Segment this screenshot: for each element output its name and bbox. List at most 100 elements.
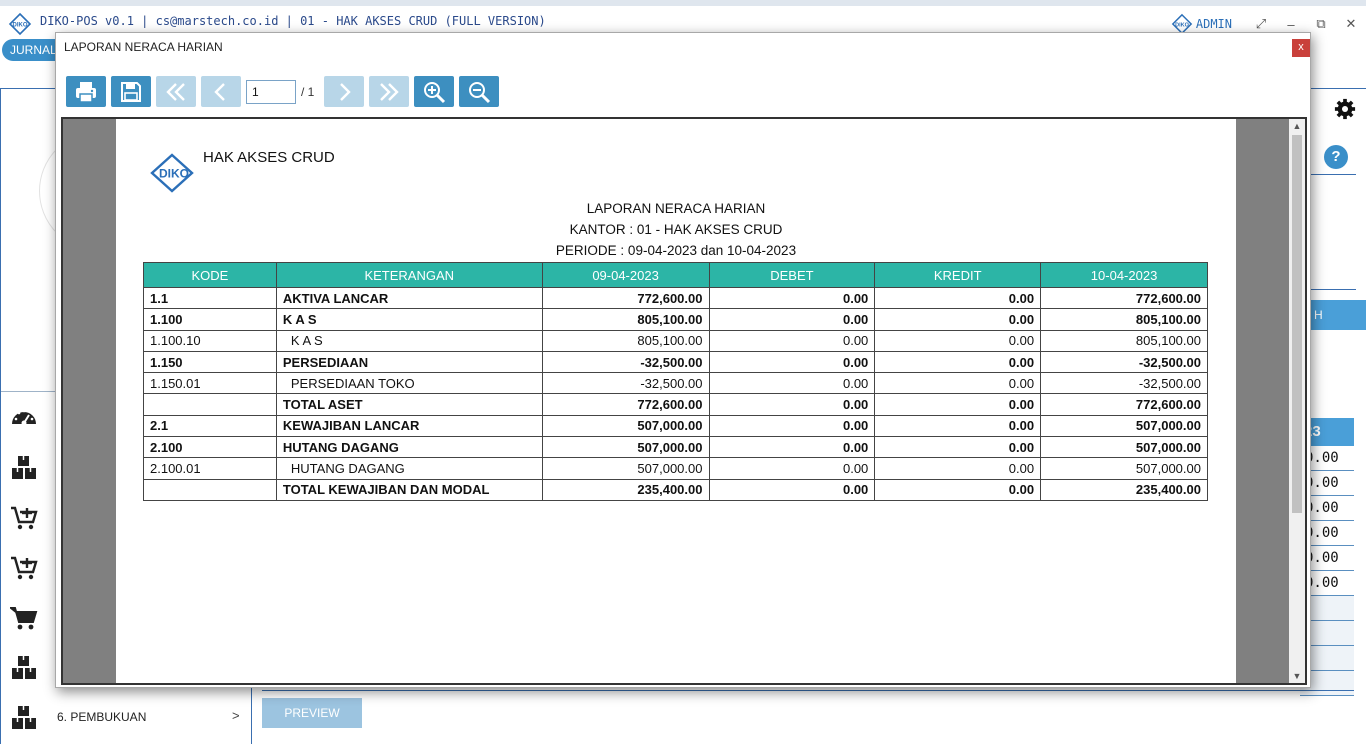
cell-kredit: 0.00: [874, 436, 1042, 459]
cell-saldo-awal: 507,000.00: [541, 457, 710, 480]
help-icon[interactable]: ?: [1324, 145, 1348, 169]
zoom-out-button[interactable]: [459, 76, 499, 107]
scroll-up-icon[interactable]: ▲: [1289, 119, 1305, 133]
cell-debet: 0.00: [708, 478, 876, 501]
print-button[interactable]: [66, 76, 106, 107]
cell-keterangan: TOTAL ASET: [275, 393, 543, 416]
report-title: LAPORAN NERACA HARIAN: [586, 201, 766, 216]
cell-kode: 2.100: [143, 436, 277, 459]
cart-icon[interactable]: [10, 604, 38, 632]
table-row: TOTAL KEWAJIBAN DAN MODAL 235,400.00 0.00 0…: [143, 478, 1208, 501]
vertical-scrollbar[interactable]: ▲ ▼: [1289, 119, 1305, 683]
cell-keterangan: AKTIVA LANCAR: [275, 286, 543, 310]
cell-kode: 1.150.01: [143, 372, 277, 395]
close-window-icon[interactable]: ✕: [1336, 16, 1366, 32]
prev-page-icon: [214, 83, 225, 101]
minimize-icon[interactable]: –: [1276, 17, 1306, 32]
cell-kredit: 0.00: [874, 286, 1042, 310]
cell-saldo-awal: -32,500.00: [541, 350, 710, 374]
table-row: 1.150.01 PERSEDIAAN TOKO -32,500.00 0.00 0.0…: [143, 372, 1208, 395]
cell-saldo-akhir: 772,600.00: [1040, 286, 1208, 310]
table-row: 1.100 K A S 805,100.00 0.00 0.00 805,100.00: [143, 308, 1208, 331]
cell-debet: 0.00: [708, 372, 876, 395]
cell-keterangan: TOTAL KEWAJIBAN DAN MODAL: [275, 478, 543, 501]
cell-debet: 0.00: [708, 436, 876, 459]
cell-saldo-akhir: 235,400.00: [1040, 478, 1208, 501]
logo-text: DIKO: [159, 167, 189, 181]
cell-debet: 0.00: [708, 308, 876, 331]
dashboard-icon[interactable]: [10, 404, 38, 432]
chevron-right-icon: >: [232, 708, 240, 723]
report-viewer[interactable]: DIKO HAK AKSES CRUD LAPORAN NERACA HARIA…: [61, 117, 1307, 685]
zoom-out-icon: [469, 82, 491, 104]
cell-kode: 2.100.01: [143, 457, 277, 480]
cell-keterangan: PERSEDIAAN TOKO: [275, 372, 543, 395]
table-header-row: KODE KETERANGAN 09-04-2023 DEBET KREDIT …: [143, 262, 1208, 288]
cell-kode: 2.1: [143, 414, 277, 438]
cell-keterangan: HUTANG DAGANG: [275, 436, 543, 459]
diko-logo-icon: DIKO: [8, 12, 32, 36]
print-icon: [76, 82, 96, 103]
company-name: HAK AKSES CRUD: [203, 149, 335, 166]
next-page-button[interactable]: [324, 76, 364, 107]
cell-kredit: 0.00: [874, 457, 1042, 480]
table-row: TOTAL ASET 772,600.00 0.00 0.00 772,600.00: [143, 393, 1208, 416]
cell-saldo-awal: 772,600.00: [541, 393, 710, 416]
column-header-kode: KODE: [143, 262, 277, 288]
column-header-saldo-awal: 09-04-2023: [541, 262, 710, 288]
boxes-icon[interactable]: [10, 704, 38, 732]
report-kantor: KANTOR : 01 - HAK AKSES CRUD: [569, 222, 783, 237]
balance-table: KODE KETERANGAN 09-04-2023 DEBET KREDIT …: [143, 262, 1208, 501]
scroll-down-icon[interactable]: ▼: [1289, 669, 1305, 683]
cell-saldo-awal: 805,100.00: [541, 329, 710, 352]
table-row: 1.100.10 K A S 805,100.00 0.00 0.00 805,100.0…: [143, 329, 1208, 352]
cell-saldo-akhir: 805,100.00: [1040, 329, 1208, 352]
cart-add-icon[interactable]: [10, 504, 38, 532]
user-label[interactable]: ADMIN: [1196, 17, 1232, 31]
cell-saldo-akhir: 507,000.00: [1040, 457, 1208, 480]
cell-debet: 0.00: [708, 350, 876, 374]
dialog-title: LAPORAN NERACA HARIAN: [64, 40, 223, 54]
tab-jurnal[interactable]: JURNAL: [2, 39, 58, 61]
fullscreen-icon[interactable]: ⤢: [1246, 16, 1276, 32]
cell-kredit: 0.00: [874, 372, 1042, 395]
first-page-button[interactable]: [156, 76, 196, 107]
table-row: 2.100 HUTANG DAGANG 507,000.00 0.00 0.00 507,…: [143, 436, 1208, 459]
first-page-icon: [166, 83, 185, 101]
gear-icon[interactable]: [1334, 98, 1356, 120]
boxes-icon[interactable]: [10, 654, 38, 682]
report-periode: PERIODE : 09-04-2023 dan 10-04-2023: [555, 243, 797, 258]
save-button[interactable]: [111, 76, 151, 107]
prev-page-button[interactable]: [201, 76, 241, 107]
next-page-icon: [340, 83, 351, 101]
column-header-saldo-akhir: 10-04-2023: [1040, 262, 1208, 288]
close-button[interactable]: x: [1292, 39, 1310, 57]
report-page: DIKO HAK AKSES CRUD LAPORAN NERACA HARIA…: [116, 119, 1236, 683]
restore-icon[interactable]: ⧉: [1306, 16, 1336, 32]
cell-debet: 0.00: [708, 329, 876, 352]
cell-keterangan: K A S: [275, 329, 543, 352]
scrollbar-thumb[interactable]: [1292, 135, 1302, 513]
preview-button[interactable]: PREVIEW: [262, 698, 362, 728]
cell-keterangan: HUTANG DAGANG: [275, 457, 543, 480]
page-number-input[interactable]: [246, 80, 296, 104]
cell-kode: 1.1: [143, 286, 277, 310]
zoom-in-button[interactable]: [414, 76, 454, 107]
cell-kredit: 0.00: [874, 478, 1042, 501]
boxes-icon[interactable]: [10, 454, 38, 482]
search-button[interactable]: H: [1310, 300, 1366, 330]
table-row: 2.1 KEWAJIBAN LANCAR 507,000.00 0.00 0.00 507…: [143, 414, 1208, 438]
zoom-in-icon: [424, 82, 446, 104]
column-header-keterangan: KETERANGAN: [275, 262, 543, 288]
cell-kredit: 0.00: [874, 308, 1042, 331]
column-header-debet: DEBET: [708, 262, 876, 288]
app-title: DIKO-POS v0.1 | cs@marstech.co.id | 01 -…: [40, 14, 546, 28]
sidebar-item-pembukuan[interactable]: 6. PEMBUKUAN: [57, 710, 146, 724]
cell-saldo-awal: -32,500.00: [541, 372, 710, 395]
cell-saldo-akhir: 507,000.00: [1040, 414, 1208, 438]
cell-keterangan: K A S: [275, 308, 543, 331]
cart-add-icon[interactable]: [10, 554, 38, 582]
last-page-button[interactable]: [369, 76, 409, 107]
cell-debet: 0.00: [708, 414, 876, 438]
cell-saldo-awal: 235,400.00: [541, 478, 710, 501]
